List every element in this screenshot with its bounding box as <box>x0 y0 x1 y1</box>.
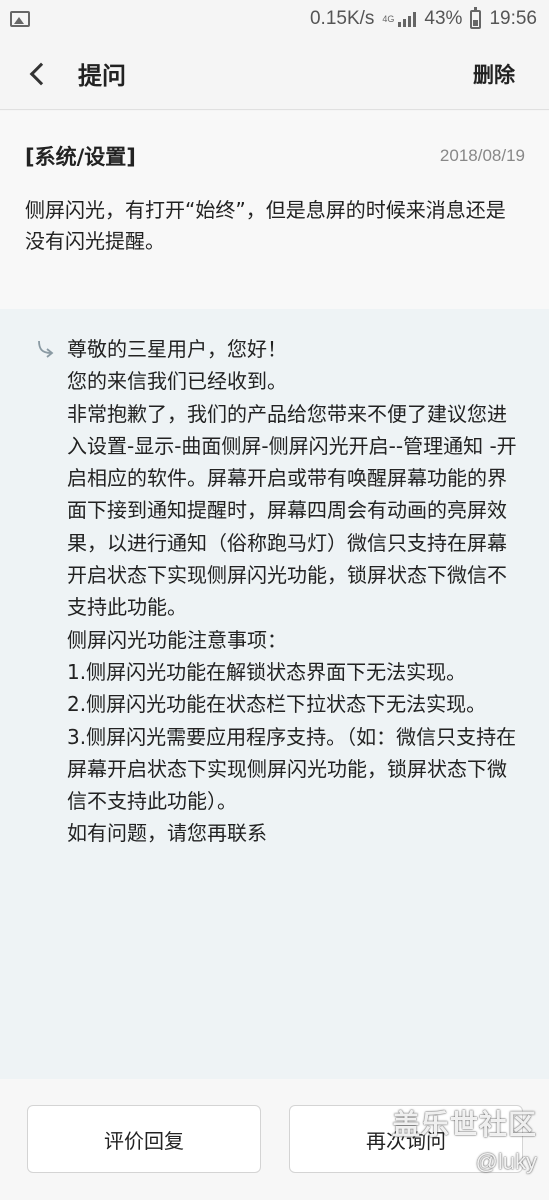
answer-section: 尊敬的三星用户，您好！ 您的来信我们已经收到。 非常抱歉了，我们的产品给您带来不… <box>0 309 549 1079</box>
answer-body: 尊敬的三星用户，您好！ 您的来信我们已经收到。 非常抱歉了，我们的产品给您带来不… <box>67 333 517 850</box>
status-right: 0.15K/s 4G 43% 19:56 <box>309 6 537 30</box>
app-header: 提问 删除 <box>0 38 549 110</box>
signal-icon <box>398 11 417 27</box>
bottom-action-bar: 评价回复 再次询问 <box>0 1079 549 1200</box>
back-button[interactable] <box>8 38 68 110</box>
clock: 19:56 <box>489 8 537 29</box>
rate-reply-button[interactable]: 评价回复 <box>27 1105 261 1173</box>
answer-paragraph: 非常抱歉了，我们的产品给您带来不便了建议您进入设置-显示-曲面侧屏-侧屏闪光开启… <box>67 401 517 620</box>
question-category: [系统/设置] <box>25 145 136 169</box>
ask-again-button[interactable]: 再次询问 <box>289 1105 523 1173</box>
battery-percent: 43% <box>424 8 463 29</box>
reply-arrow-icon <box>38 340 54 358</box>
answer-paragraph: 尊敬的三星用户，您好！ <box>67 337 287 361</box>
question-body: 侧屏闪光，有打开“始终”，但是息屏的时候来消息还是没有闪光提醒。 <box>25 198 506 253</box>
status-bar: 0.15K/s 4G 43% 19:56 <box>0 0 549 38</box>
answer-paragraph: 1.侧屏闪光功能在解锁状态界面下无法实现。 <box>67 659 467 684</box>
question-section: [系统/设置] 2018/08/19 侧屏闪光，有打开“始终”，但是息屏的时候来… <box>0 111 549 309</box>
delete-button[interactable]: 删除 <box>473 59 515 89</box>
status-left <box>10 11 30 27</box>
answer-paragraph: 侧屏闪光功能注意事项： <box>67 627 287 652</box>
gallery-notification-icon <box>10 11 30 27</box>
battery-icon <box>470 6 482 29</box>
answer-paragraph: 您的来信我们已经收到。 <box>67 369 287 394</box>
answer-paragraph: 3.侧屏闪光需要应用程序支持。（如：微信只支持在屏幕开启状态下实现侧屏闪光功能，… <box>67 724 517 814</box>
answer-paragraph: 2.侧屏闪光功能在状态栏下拉状态下无法实现。 <box>67 692 487 717</box>
question-date: 2018/08/19 <box>439 146 525 165</box>
network-type-label: 4G <box>382 13 395 24</box>
back-chevron-icon <box>29 62 53 85</box>
network-speed: 0.15K/s <box>309 8 375 29</box>
page-title: 提问 <box>78 62 126 90</box>
answer-paragraph: 如有问题，请您再联系 <box>67 821 267 846</box>
